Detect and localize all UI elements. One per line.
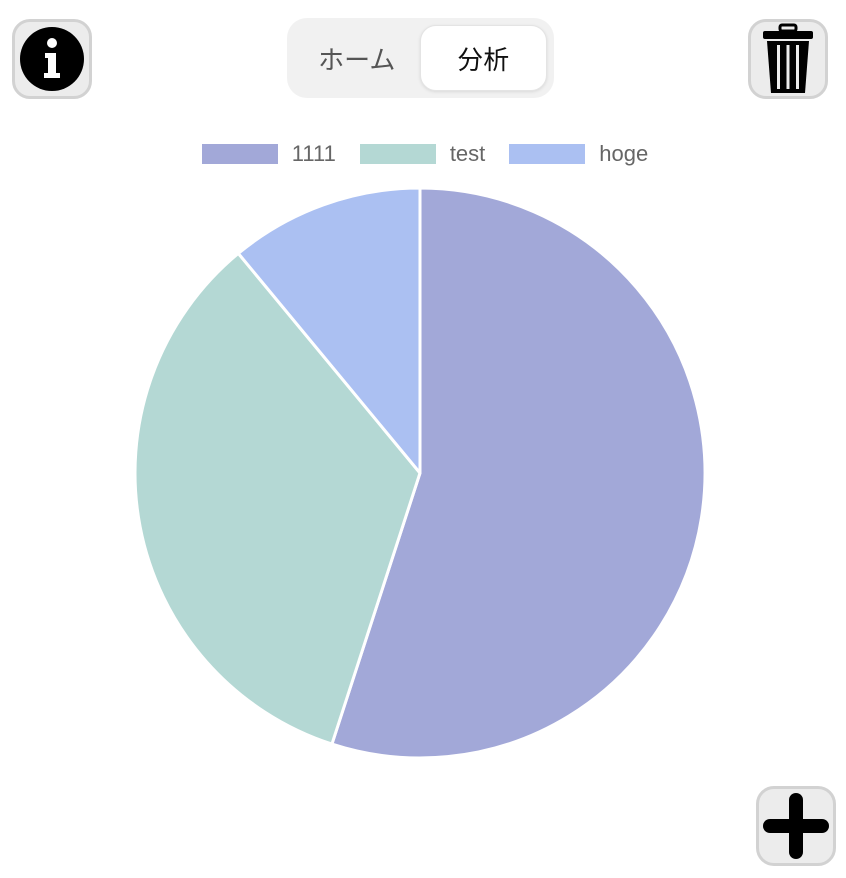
- pie-chart: [133, 186, 707, 760]
- add-button[interactable]: [756, 786, 836, 866]
- plus-icon: [763, 793, 829, 859]
